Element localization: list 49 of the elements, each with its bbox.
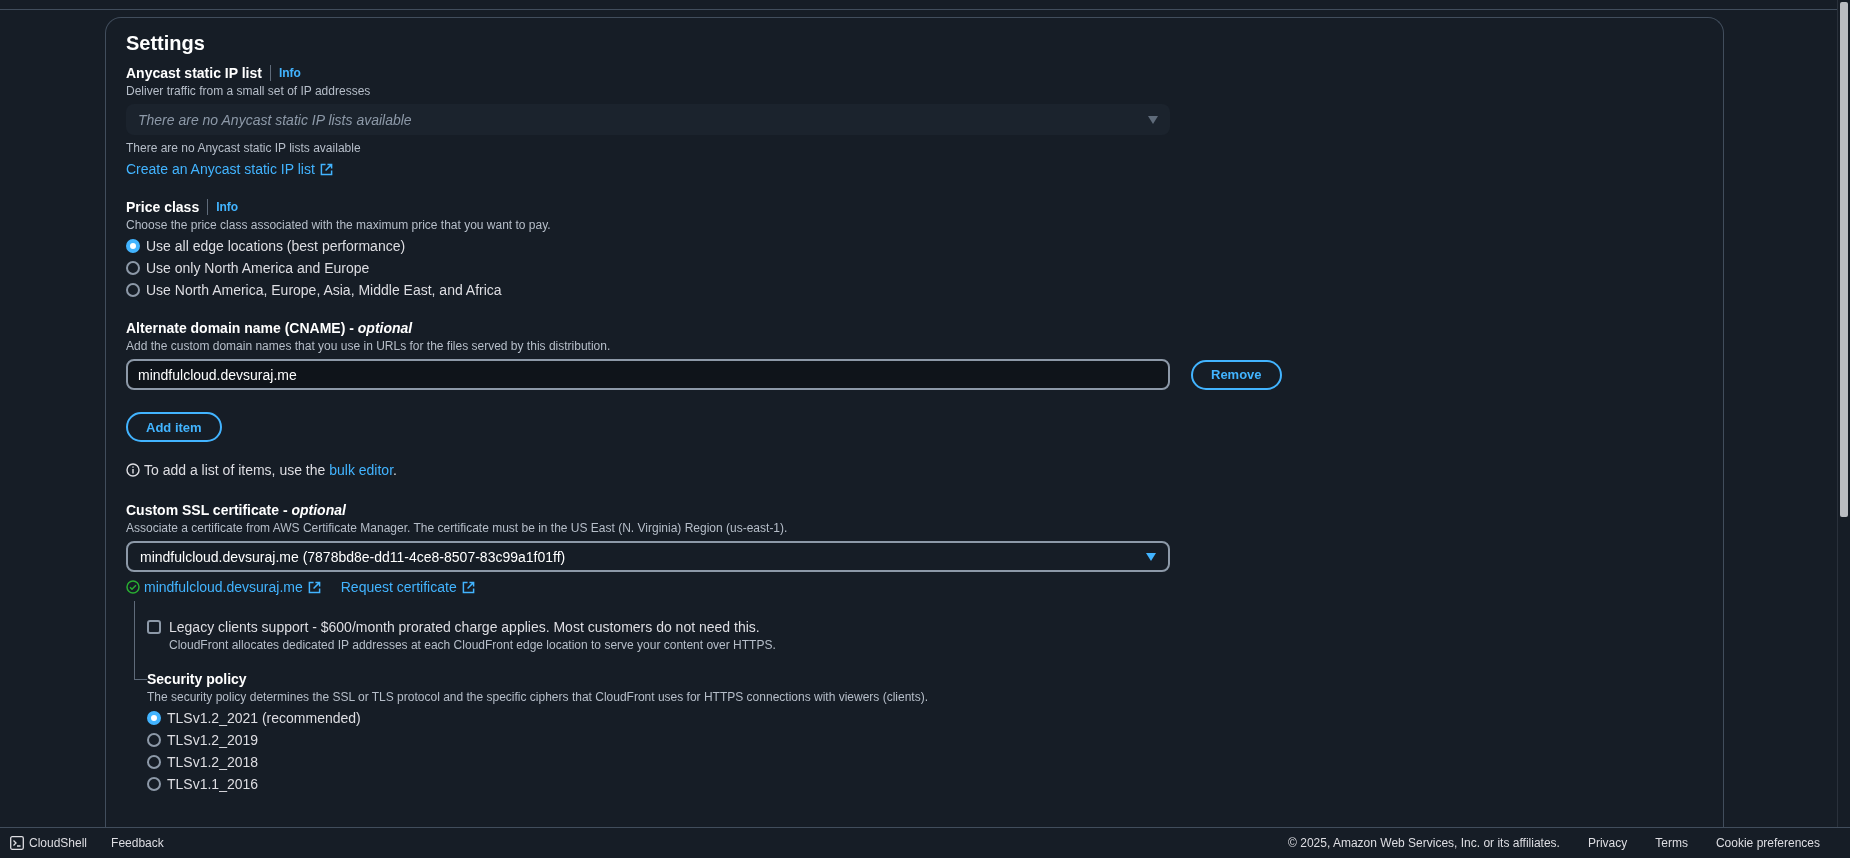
add-item-button[interactable]: Add item (126, 412, 222, 442)
anycast-select[interactable]: There are no Anycast static IP lists available (126, 104, 1170, 135)
footer-link[interactable]: Terms (1655, 836, 1688, 850)
field-label: Custom SSL certificate - optional (126, 502, 346, 518)
external-link-icon (319, 162, 333, 176)
bulk-editor-link[interactable]: bulk editor (329, 462, 394, 478)
field-label: Anycast static IP list (126, 65, 262, 81)
domain-input[interactable]: mindfulcloud.devsuraj.me (126, 359, 1170, 390)
radio-option[interactable]: TLSv1.2_2019 (147, 732, 928, 748)
caret-icon (1148, 115, 1158, 124)
external-link-icon (307, 580, 321, 594)
feedback-button[interactable]: Feedback (111, 836, 164, 850)
scrollbar-thumb[interactable] (1840, 2, 1848, 517)
external-link-icon (461, 580, 475, 594)
radio-option[interactable]: TLSv1.2_2018 (147, 754, 928, 770)
info-link[interactable]: Info (269, 65, 307, 81)
footer-link[interactable]: Privacy (1587, 836, 1628, 850)
field-description: Associate a certificate from AWS Certificate Manager. The certificate must be in the US East (N. Virginia) Region (us-east-1). (126, 521, 789, 535)
request-certificate-link[interactable]: Request certificate (340, 579, 475, 595)
checkbox-description: CloudFront allocates dedicated IP addresses at each CloudFront edge location to serve your content over HTTPS. (169, 638, 776, 652)
copyright-text: © 2025, Amazon Web Services, Inc. or its affiliates. (1288, 836, 1560, 850)
field-description: The security policy determines the SSL or TLS protocol and the specific ciphers that CloudFront uses for HTTPS connections with viewers (clients). (147, 690, 928, 704)
terminal-icon (10, 836, 24, 850)
field-label: Security policy (147, 671, 247, 687)
caret-icon (1146, 552, 1156, 561)
field-description: Deliver traffic from a small set of IP addresses (126, 84, 372, 98)
check-circle-icon (126, 580, 140, 594)
create-link[interactable]: Create an Anycast static IP list (126, 161, 333, 177)
field-description: Add the custom domain names that you use in URLs for the files served by this distribution. (126, 339, 612, 353)
info-icon (126, 463, 140, 477)
radio-option[interactable]: Use only North America and Europe (126, 260, 1703, 276)
radio-option[interactable]: Use North America, Europe, Asia, Middle East, and Africa (126, 282, 1703, 298)
cloudshell-button[interactable]: CloudShell (10, 836, 88, 850)
checkbox-label: Legacy clients support - $600/month prorated charge applies. Most customers do not need this. (169, 619, 761, 635)
footer-link[interactable]: Cookie preferences (1715, 836, 1820, 850)
field-label: Alternate domain name (CNAME) - optional (126, 320, 413, 336)
field-note: There are no Anycast static IP lists available (126, 141, 362, 155)
radio-option[interactable]: Use all edge locations (best performance) (126, 238, 1703, 254)
certificate-link[interactable]: mindfulcloud.devsuraj.me (144, 579, 321, 595)
section-title: Settings (126, 32, 206, 55)
certificate-select[interactable]: mindfulcloud.devsuraj.me (7878bd8e-dd11-4ce8-8507-83c99a1f01ff) (126, 541, 1170, 572)
info-link[interactable]: Info (207, 199, 245, 215)
radio-option[interactable]: TLSv1.1_2016 (147, 776, 928, 792)
field-label: Price class (126, 199, 200, 215)
radio-option[interactable]: TLSv1.2_2021 (recommended) (147, 710, 928, 726)
remove-button[interactable]: Remove (1191, 359, 1282, 390)
legacy-checkbox[interactable] (147, 620, 161, 634)
field-description: Choose the price class associated with the maximum price that you want to pay. (126, 218, 552, 232)
hint-text: To add a list of items, use the bulk editor. (144, 462, 397, 478)
